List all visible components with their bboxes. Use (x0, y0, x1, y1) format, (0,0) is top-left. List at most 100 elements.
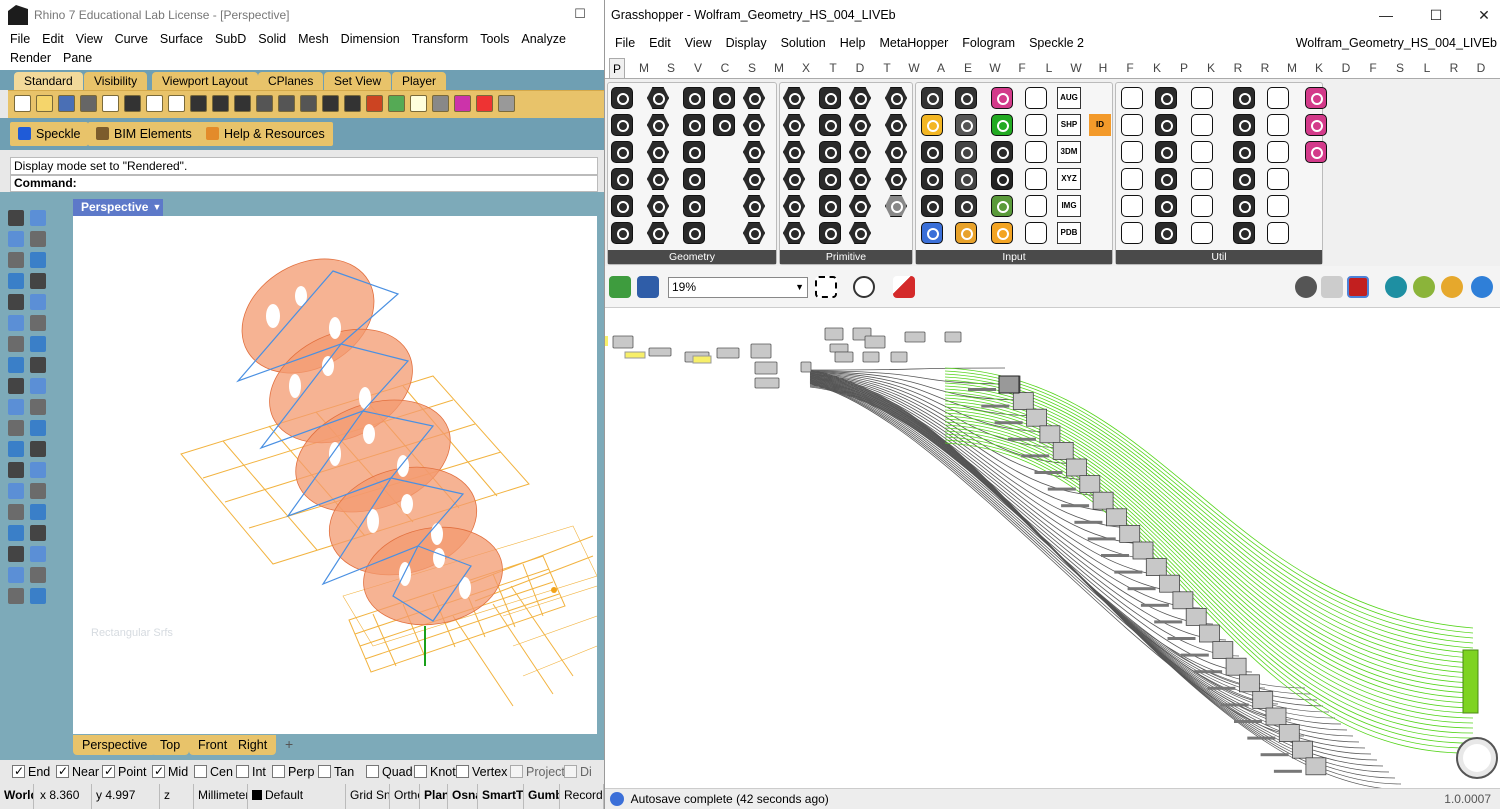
gh-component[interactable] (824, 327, 844, 341)
util-component-icon[interactable] (1267, 195, 1289, 217)
gh-category-tab[interactable]: C (717, 58, 733, 78)
gh-param[interactable] (1047, 487, 1076, 491)
sidebar-tool-icon[interactable] (8, 399, 24, 415)
osnap-checkbox[interactable] (318, 765, 331, 778)
sidebar-tool-icon[interactable] (30, 420, 46, 436)
sidebar-tool-icon[interactable] (30, 483, 46, 499)
ortho-toggle[interactable]: Ortho (390, 784, 420, 809)
gh-category-tab[interactable]: T (879, 58, 895, 78)
gh-component[interactable] (904, 331, 926, 343)
geometry-panel-label[interactable]: Geometry (608, 250, 776, 264)
gh-param[interactable] (1194, 670, 1223, 674)
viewport-scene[interactable]: Rectangular Srfs (73, 216, 598, 734)
cplane-cell[interactable]: World (0, 784, 34, 809)
input-component-icon[interactable] (921, 222, 943, 244)
shade-icon[interactable] (498, 95, 515, 112)
gh-component[interactable] (754, 361, 778, 375)
gh-param[interactable] (1167, 637, 1196, 640)
preview-mesh-icon[interactable] (1385, 276, 1407, 298)
input-component-icon[interactable] (1025, 87, 1047, 109)
util-component-icon[interactable] (1305, 141, 1327, 163)
gh-component[interactable] (944, 331, 962, 343)
sidebar-tool-icon[interactable] (30, 567, 46, 583)
osnap-point[interactable]: Point (102, 763, 147, 780)
osnap-checkbox[interactable] (456, 765, 469, 778)
input-component-icon[interactable] (921, 141, 943, 163)
input-component-icon[interactable] (921, 114, 943, 136)
input-component-icon[interactable] (921, 87, 943, 109)
add-viewport-tab-button[interactable]: + (285, 736, 293, 752)
gh-param[interactable] (1247, 736, 1276, 740)
gh-component[interactable] (1092, 491, 1114, 510)
sidebar-tool-icon[interactable] (30, 273, 46, 289)
input-id-badge[interactable]: ID (1089, 114, 1111, 136)
help-resources-button[interactable]: Help & Resources (198, 122, 333, 146)
gh-category-tab[interactable]: H (1095, 58, 1111, 78)
rhino-menu-analyze[interactable]: Analyze (521, 30, 565, 49)
gh-param[interactable] (1207, 686, 1236, 690)
gh-category-tab[interactable]: F (1014, 58, 1030, 78)
input-file-badge[interactable]: AUG 20 (1057, 87, 1081, 122)
gh-category-tab[interactable]: M (1284, 58, 1300, 78)
util-component-icon[interactable] (1191, 222, 1213, 244)
gh-component[interactable] (1105, 508, 1127, 527)
rhino-menu-subd[interactable]: SubD (215, 30, 246, 49)
layer-cell[interactable]: Default (248, 784, 346, 809)
gumball-toggle[interactable]: Gumball (524, 784, 560, 809)
sidebar-tool-icon[interactable] (8, 315, 24, 331)
input-file-badge[interactable]: SHP (1057, 114, 1081, 136)
gh-category-tab[interactable]: F (1365, 58, 1381, 78)
sidebar-tool-icon[interactable] (8, 546, 24, 562)
util-component-icon[interactable] (1155, 114, 1177, 136)
gh-definition-graph[interactable] (605, 308, 1500, 791)
sidebar-tool-icon[interactable] (30, 462, 46, 478)
util-component-icon[interactable] (1155, 222, 1177, 244)
geometry-component-icon[interactable] (611, 87, 633, 109)
util-component-icon[interactable] (1267, 114, 1289, 136)
command-prompt[interactable]: Command: (10, 175, 598, 192)
osnap-knot[interactable]: Knot (414, 764, 456, 780)
gh-component[interactable] (1052, 441, 1074, 460)
osnap-checkbox[interactable] (102, 763, 115, 779)
gh-component[interactable] (1066, 458, 1087, 477)
copy-icon[interactable] (146, 95, 163, 112)
util-component-icon[interactable] (1121, 141, 1143, 163)
gh-param[interactable] (1260, 753, 1289, 757)
osnap-checkbox[interactable] (236, 765, 249, 778)
input-component-icon[interactable] (955, 168, 977, 190)
osnap-project[interactable]: Project (510, 764, 565, 780)
sidebar-tool-icon[interactable] (30, 441, 46, 457)
input-component-icon[interactable] (955, 195, 977, 217)
gh-component[interactable] (1212, 641, 1234, 660)
gh-component[interactable] (834, 351, 854, 363)
viewport-tab-right[interactable]: Right (229, 735, 277, 755)
shaded-preview-icon[interactable] (1321, 276, 1343, 298)
util-component-icon[interactable] (1121, 114, 1143, 136)
gh-param[interactable] (1021, 454, 1050, 458)
input-file-badge[interactable]: PDB (1057, 222, 1081, 244)
perspective-viewport[interactable]: Rectangular Srfs (73, 216, 598, 734)
osnap-checkbox[interactable] (510, 765, 523, 778)
osnap-checkbox[interactable] (152, 763, 165, 779)
gh-category-tab[interactable]: D (1473, 58, 1489, 78)
output-param[interactable] (1462, 649, 1479, 714)
rhino-menu-file[interactable]: File (10, 30, 30, 49)
sidebar-tool-icon[interactable] (30, 378, 46, 394)
gh-param[interactable] (1034, 471, 1063, 474)
util-component-icon[interactable] (1191, 114, 1213, 136)
light-icon[interactable] (410, 95, 427, 112)
rhino-menu-surface[interactable]: Surface (160, 30, 203, 49)
geometry-component-icon[interactable] (611, 195, 633, 217)
primitive-component-icon[interactable] (819, 168, 841, 190)
gh-param[interactable] (1114, 570, 1143, 574)
util-component-icon[interactable] (1121, 168, 1143, 190)
gh-component[interactable] (1119, 524, 1141, 543)
util-component-icon[interactable] (1191, 141, 1213, 163)
gh-category-tab[interactable]: W (906, 58, 922, 78)
rhino-menu-view[interactable]: View (76, 30, 103, 49)
close-icon[interactable]: ✕ (1469, 0, 1499, 30)
units-cell[interactable]: Millimeter (194, 784, 248, 809)
sidebar-tool-icon[interactable] (8, 336, 24, 352)
rotate-icon[interactable] (322, 95, 339, 112)
sidebar-tool-icon[interactable] (8, 294, 24, 310)
